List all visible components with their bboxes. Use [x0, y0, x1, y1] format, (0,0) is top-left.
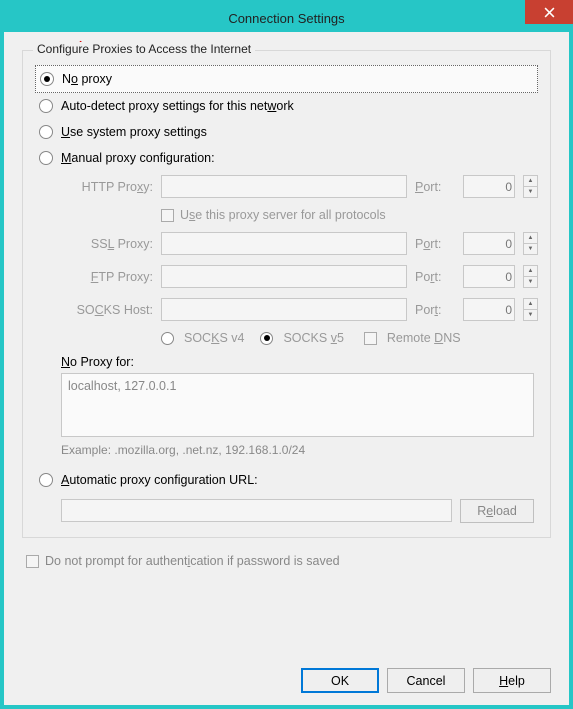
- ok-button[interactable]: OK: [301, 668, 379, 693]
- http-label: HTTP Proxy:: [61, 180, 153, 194]
- socks-port-input[interactable]: [463, 298, 515, 321]
- radio-icon: [39, 125, 53, 139]
- window-title: Connection Settings: [228, 11, 344, 26]
- ssl-port-input[interactable]: [463, 232, 515, 255]
- radio-icon: [39, 151, 53, 165]
- content-area: Configure Proxies to Access the Internet…: [4, 32, 569, 594]
- port-spinner[interactable]: ▲▼: [523, 175, 538, 198]
- group-legend: Configure Proxies to Access the Internet: [33, 42, 255, 56]
- port-label: Port:: [415, 180, 455, 194]
- ssl-proxy-row: SSL Proxy: Port: ▲▼: [61, 232, 538, 255]
- radio-no-proxy[interactable]: No proxy: [35, 65, 538, 93]
- socks-version-row: SOCKS v4 SOCKS v5 Remote DNS: [161, 331, 538, 345]
- port-spinner[interactable]: ▲▼: [523, 265, 538, 288]
- checkbox-icon[interactable]: [364, 332, 377, 345]
- port-label: Port:: [415, 270, 455, 284]
- cancel-button[interactable]: Cancel: [387, 668, 465, 693]
- port-label: Port:: [415, 303, 455, 317]
- socks-host-row: SOCKS Host: Port: ▲▼: [61, 298, 538, 321]
- ftp-proxy-input[interactable]: [161, 265, 407, 288]
- radio-icon: [39, 99, 53, 113]
- remote-dns-label: Remote DNS: [387, 331, 461, 345]
- ftp-proxy-row: FTP Proxy: Port: ▲▼: [61, 265, 538, 288]
- auto-url-row: Reload: [61, 499, 534, 523]
- no-proxy-textarea[interactable]: localhost, 127.0.0.1: [61, 373, 534, 437]
- close-button[interactable]: [525, 0, 573, 24]
- radio-manual-proxy[interactable]: Manual proxy configuration:: [35, 145, 538, 171]
- radio-icon[interactable]: [161, 332, 174, 345]
- radio-auto-url[interactable]: Automatic proxy configuration URL:: [35, 467, 538, 493]
- dont-prompt-label: Do not prompt for authentication if pass…: [45, 554, 340, 568]
- dont-prompt-row[interactable]: Do not prompt for authentication if pass…: [26, 554, 547, 568]
- titlebar: Connection Settings: [4, 4, 569, 32]
- radio-system-proxy[interactable]: Use system proxy settings: [35, 119, 538, 145]
- dialog-window: Connection Settings Configure Proxies to…: [0, 0, 573, 709]
- ssl-proxy-input[interactable]: [161, 232, 407, 255]
- button-bar: OK Cancel Help: [301, 668, 551, 693]
- http-proxy-input[interactable]: [161, 175, 407, 198]
- http-port-input[interactable]: [463, 175, 515, 198]
- checkbox-icon: [26, 555, 39, 568]
- radio-auto-detect[interactable]: Auto-detect proxy settings for this netw…: [35, 93, 538, 119]
- checkbox-icon: [161, 209, 174, 222]
- ssl-label: SSL Proxy:: [61, 237, 153, 251]
- proxy-groupbox: Configure Proxies to Access the Internet…: [22, 50, 551, 538]
- port-label: Port:: [415, 237, 455, 251]
- reload-button[interactable]: Reload: [460, 499, 534, 523]
- ftp-port-input[interactable]: [463, 265, 515, 288]
- socks-host-input[interactable]: [161, 298, 407, 321]
- auto-url-input[interactable]: [61, 499, 452, 522]
- no-proxy-for-label: No Proxy for:: [35, 355, 538, 369]
- ftp-label: FTP Proxy:: [61, 270, 153, 284]
- socks-label: SOCKS Host:: [61, 303, 153, 317]
- close-icon: [544, 7, 555, 18]
- example-text: Example: .mozilla.org, .net.nz, 192.168.…: [35, 443, 538, 457]
- radio-icon: [40, 72, 54, 86]
- socks-v5-label: SOCKS v5: [283, 331, 343, 345]
- use-all-protocols-row[interactable]: Use this proxy server for all protocols: [161, 208, 538, 222]
- manual-config-block: HTTP Proxy: Port: ▲▼ Use this proxy serv…: [35, 175, 538, 345]
- radio-icon: [39, 473, 53, 487]
- http-proxy-row: HTTP Proxy: Port: ▲▼: [61, 175, 538, 198]
- radio-icon[interactable]: [260, 332, 273, 345]
- port-spinner[interactable]: ▲▼: [523, 298, 538, 321]
- socks-v4-label: SOCKS v4: [184, 331, 244, 345]
- help-button[interactable]: Help: [473, 668, 551, 693]
- port-spinner[interactable]: ▲▼: [523, 232, 538, 255]
